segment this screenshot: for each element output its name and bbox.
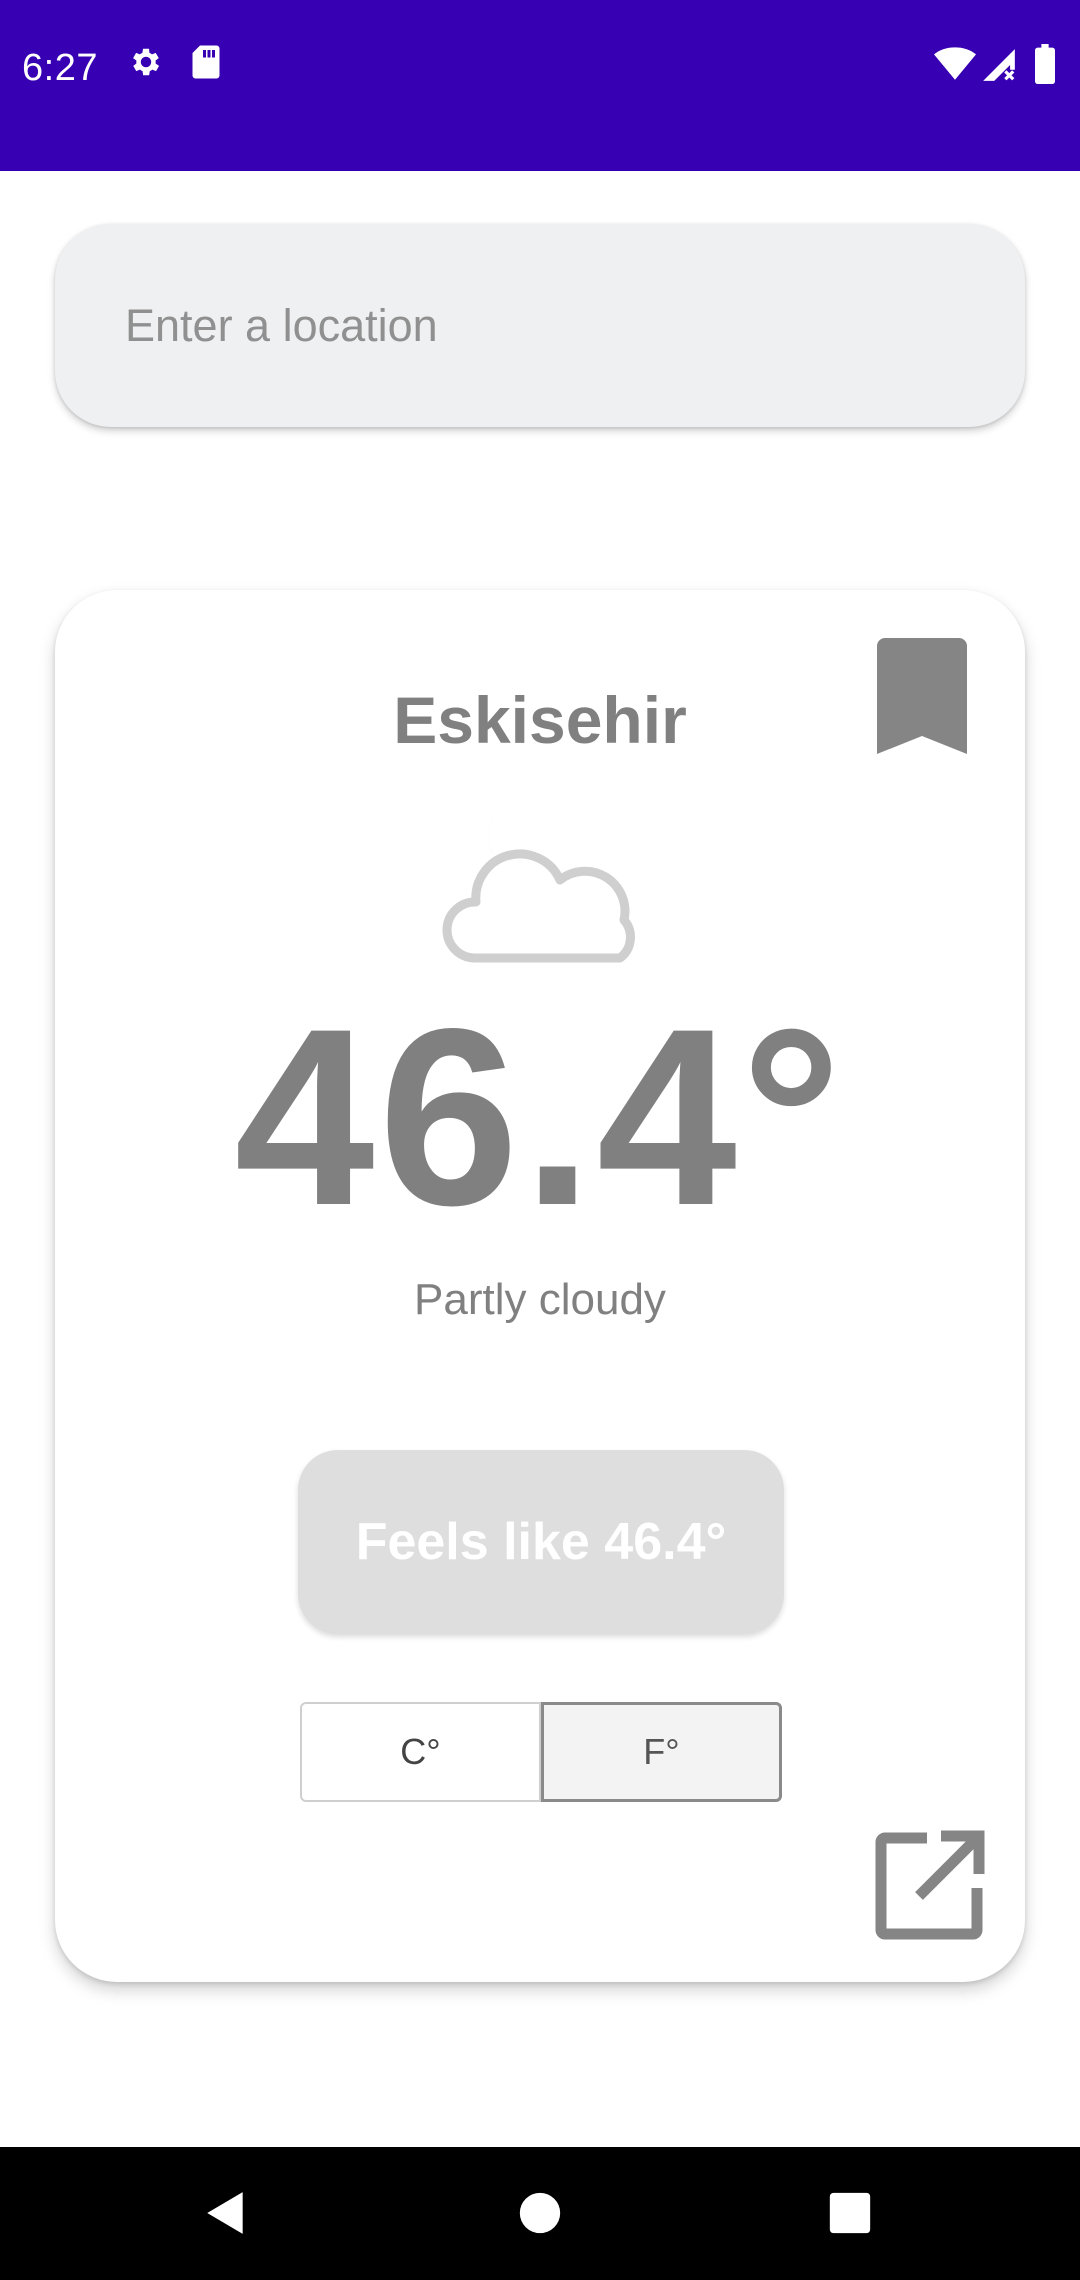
signal-icon bbox=[980, 46, 1018, 84]
home-icon[interactable] bbox=[498, 2171, 582, 2255]
app-screen: 6:27 Eskisehir bbox=[0, 0, 1080, 2280]
wifi-icon bbox=[934, 46, 976, 82]
fahrenheit-button[interactable]: F° bbox=[541, 1702, 782, 1802]
back-icon[interactable] bbox=[184, 2171, 268, 2255]
navigation-bar bbox=[0, 2147, 1080, 2280]
unit-toggle: C° F° bbox=[300, 1702, 782, 1802]
status-time: 6:27 bbox=[22, 47, 98, 89]
weather-condition: Partly cloudy bbox=[414, 1275, 666, 1324]
battery-icon bbox=[1034, 44, 1056, 84]
status-bar: 6:27 bbox=[0, 0, 1080, 171]
location-search-box bbox=[55, 224, 1025, 427]
celsius-button[interactable]: C° bbox=[300, 1702, 541, 1802]
gear-icon bbox=[128, 44, 164, 80]
temperature: 46.4° bbox=[234, 977, 846, 1258]
feels-like-button[interactable]: Feels like 46.4° bbox=[298, 1450, 784, 1634]
weather-card: Eskisehir 46.4° Partly cloudy Feels like… bbox=[55, 590, 1025, 1982]
partly-cloudy-night-icon bbox=[430, 780, 670, 980]
city-name: Eskisehir bbox=[393, 683, 687, 757]
sd-card-icon bbox=[190, 44, 222, 80]
recents-icon[interactable] bbox=[808, 2171, 892, 2255]
location-search-input[interactable] bbox=[125, 224, 985, 427]
open-external-icon[interactable] bbox=[875, 1830, 985, 1940]
